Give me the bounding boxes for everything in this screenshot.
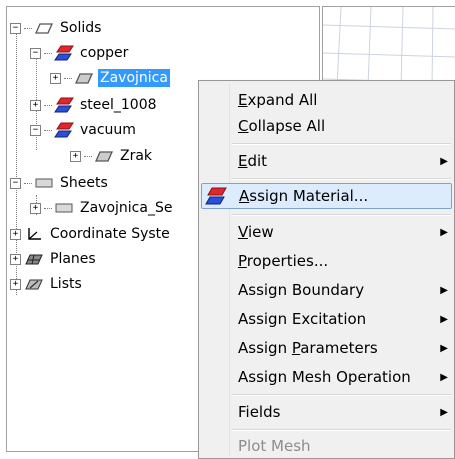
menu-item-label: View	[238, 223, 274, 241]
material-icon	[54, 97, 74, 113]
menu-item-label: Assign Parameters	[238, 339, 378, 357]
material-icon	[54, 45, 74, 61]
tree-item-vacuum[interactable]: − vacuum	[30, 119, 138, 141]
menu-item-plot-mesh: Plot Mesh	[201, 433, 452, 459]
submenu-arrow-icon: ▶	[440, 406, 448, 418]
menu-item-fields[interactable]: Fields ▶	[201, 399, 452, 425]
expand-toggle[interactable]: +	[30, 99, 41, 111]
expand-toggle[interactable]: +	[10, 253, 21, 265]
menu-separator	[232, 214, 451, 216]
menu-item-label: Assign Boundary	[238, 281, 365, 299]
menu-item-label: Assign Mesh Operation	[238, 368, 411, 386]
menu-item-collapse-all[interactable]: Collapse All	[201, 113, 452, 139]
planes-icon	[24, 251, 44, 267]
material-icon	[202, 185, 230, 207]
expand-toggle[interactable]: +	[50, 72, 61, 84]
viewport-grid	[323, 7, 455, 87]
collapse-toggle[interactable]: −	[30, 124, 41, 136]
menu-item-view[interactable]: View ▶	[201, 219, 452, 245]
material-icon	[54, 122, 74, 138]
sheets-icon	[34, 175, 54, 191]
menu-item-edit[interactable]: Edit ▶	[201, 148, 452, 174]
tree-item-steel-1008[interactable]: + steel_1008	[30, 94, 159, 116]
menu-item-label: Collapse All	[238, 117, 326, 135]
tree-item-label: Lists	[50, 276, 82, 292]
menu-item-properties[interactable]: Properties...	[201, 248, 452, 274]
solid-object-icon	[94, 148, 114, 164]
lists-icon	[24, 276, 44, 292]
context-menu[interactable]: Expand All Collapse All Edit ▶ Assign Ma…	[198, 80, 455, 459]
menu-item-label: Expand All	[238, 91, 318, 109]
solids-icon	[34, 20, 54, 36]
tree-item-label: Zavojnica	[98, 69, 170, 87]
submenu-arrow-icon: ▶	[440, 313, 448, 325]
solid-object-icon	[74, 70, 94, 86]
tree-item-label: Zrak	[120, 148, 153, 164]
menu-item-label: Properties...	[238, 252, 329, 270]
menu-separator	[232, 394, 451, 396]
menu-item-label: Assign Material...	[239, 187, 369, 205]
tree-item-solids[interactable]: − Solids	[10, 17, 103, 39]
tree-item-coordinate-systems[interactable]: + Coordinate Syste	[10, 223, 172, 245]
collapse-toggle[interactable]: −	[10, 177, 21, 189]
submenu-arrow-icon: ▶	[440, 371, 448, 383]
tree-item-copper[interactable]: − copper	[30, 42, 130, 64]
menu-item-assign-boundary[interactable]: Assign Boundary ▶	[201, 277, 452, 303]
menu-item-label: Edit	[238, 152, 268, 170]
menu-item-label: Plot Mesh	[238, 437, 311, 455]
modeler-viewport[interactable]	[322, 6, 455, 88]
tree-item-label: Planes	[50, 251, 96, 267]
tree-item-label: Zavojnica_Se	[80, 200, 173, 216]
submenu-arrow-icon: ▶	[440, 284, 448, 296]
tree-item-zrak[interactable]: + Zrak	[70, 145, 154, 167]
menu-separator	[232, 178, 451, 180]
sheet-object-icon	[54, 200, 74, 216]
tree-item-label: Coordinate Syste	[50, 226, 170, 242]
tree-item-label: Sheets	[60, 175, 108, 191]
tree-item-label: Solids	[60, 20, 102, 36]
tree-item-label: steel_1008	[80, 97, 157, 113]
collapse-toggle[interactable]: −	[10, 22, 21, 34]
expand-toggle[interactable]: +	[30, 202, 41, 214]
menu-item-label: Fields	[238, 403, 281, 421]
menu-item-assign-mesh-operation[interactable]: Assign Mesh Operation ▶	[201, 364, 452, 390]
expand-toggle[interactable]: +	[10, 278, 21, 290]
submenu-arrow-icon: ▶	[440, 342, 448, 354]
submenu-arrow-icon: ▶	[440, 155, 448, 167]
tree-item-label: vacuum	[80, 122, 136, 138]
tree-item-sheets[interactable]: − Sheets	[10, 172, 110, 194]
coordinate-system-icon	[24, 226, 44, 242]
menu-item-assign-excitation[interactable]: Assign Excitation ▶	[201, 306, 452, 332]
tree-item-label: copper	[80, 45, 129, 61]
expand-toggle[interactable]: +	[10, 228, 21, 240]
menu-item-expand-all[interactable]: Expand All	[201, 87, 452, 113]
tree-item-zavojnica-sheet[interactable]: + Zavojnica_Se	[30, 197, 174, 219]
menu-separator	[232, 143, 451, 145]
menu-separator	[232, 429, 451, 431]
menu-item-assign-parameters[interactable]: Assign Parameters ▶	[201, 335, 452, 361]
tree-item-zavojnica[interactable]: + Zavojnica	[50, 67, 170, 89]
submenu-arrow-icon: ▶	[440, 226, 448, 238]
collapse-toggle[interactable]: −	[30, 47, 41, 59]
expand-toggle[interactable]: +	[70, 150, 81, 162]
menu-item-label: Assign Excitation	[238, 310, 367, 328]
tree-item-planes[interactable]: + Planes	[10, 248, 98, 270]
menu-item-assign-material[interactable]: Assign Material...	[201, 183, 452, 209]
tree-item-lists[interactable]: + Lists	[10, 273, 84, 295]
